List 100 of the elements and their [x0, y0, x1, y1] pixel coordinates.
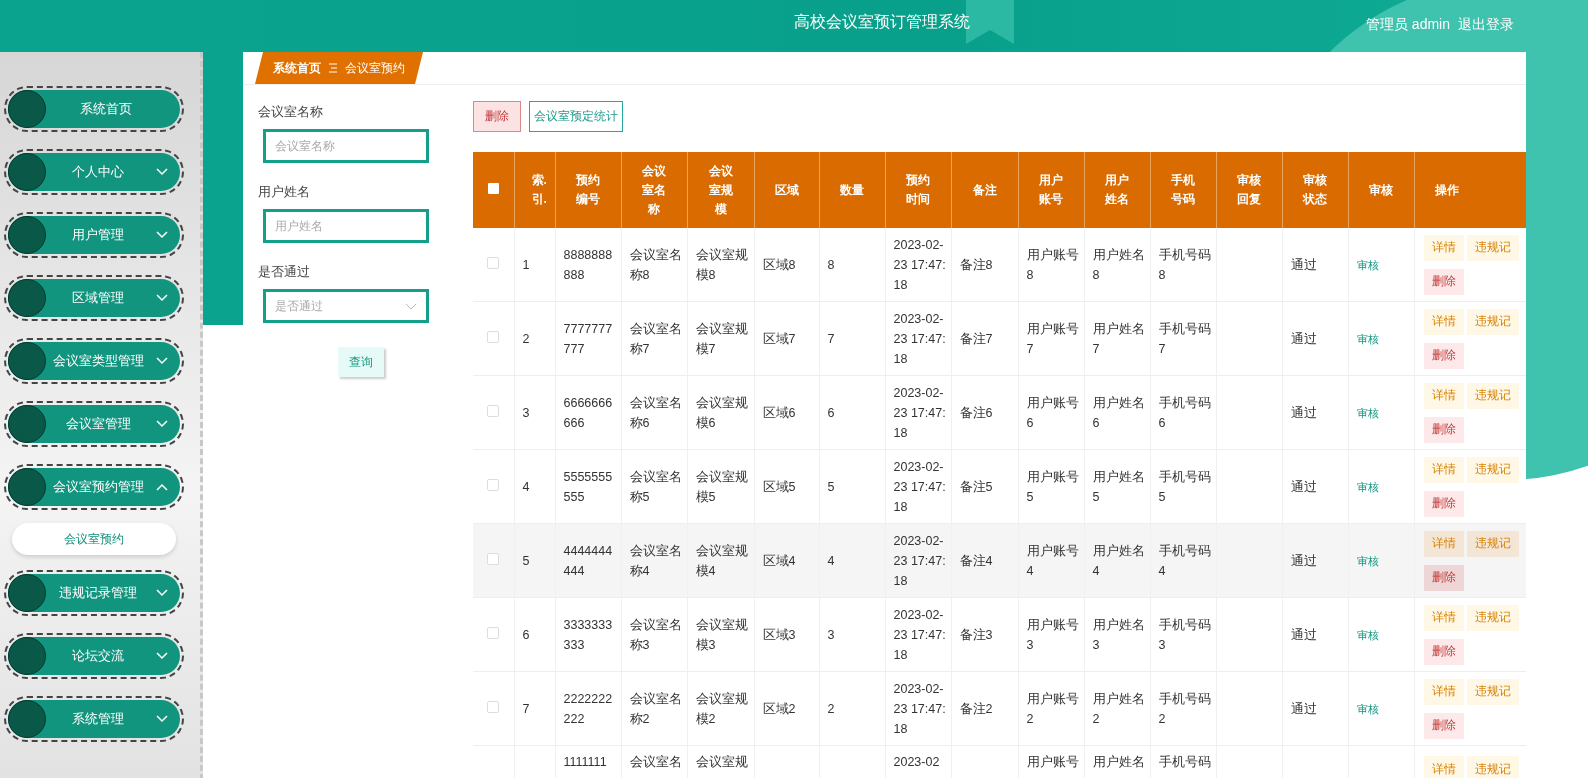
review-link[interactable]: 审核 [1356, 332, 1379, 345]
chevron-down-icon [156, 357, 168, 365]
delete-button[interactable]: 删除 [1423, 268, 1464, 295]
row-checkbox[interactable] [487, 552, 500, 565]
menu-icon [329, 63, 337, 73]
table-cell: 备注5 [959, 479, 993, 494]
violation-button[interactable]: 违规记 [1466, 756, 1519, 778]
table-cell: 会议室规模5 [695, 469, 748, 504]
table-cell: 2023-02-23 17:47:18 [893, 459, 946, 514]
table-cell: 备注4 [959, 553, 993, 568]
table-cell: 手机号码8 [1158, 247, 1211, 282]
table-cell: 通过 [1290, 627, 1317, 642]
review-link[interactable]: 审核 [1356, 628, 1379, 641]
input-field[interactable]: 会议室名称 [263, 129, 429, 163]
column-header: 用户姓名 [1105, 173, 1129, 206]
circle-icon [8, 342, 46, 380]
table-cell: 4 [522, 479, 530, 494]
query-button[interactable]: 查询 [338, 347, 384, 377]
breadcrumb-link[interactable]: 系统首页 [273, 59, 321, 77]
submenu-item[interactable]: 会议室预约 [12, 523, 176, 555]
details-button[interactable]: 详情 [1423, 234, 1464, 261]
table-cell: 2023-02 [893, 755, 940, 769]
table-cell: 手机号码4 [1158, 543, 1211, 578]
row-checkbox[interactable] [487, 256, 500, 269]
column-header: 操作 [1434, 182, 1459, 197]
circle-icon [8, 637, 46, 675]
table-cell: 备注6 [959, 405, 993, 420]
table-cell: 会议室规模3 [695, 617, 748, 652]
table-cell: 1111111 [563, 755, 607, 769]
table-cell: 会议室名称5 [629, 469, 682, 504]
table-cell: 区域7 [762, 331, 796, 346]
review-link[interactable]: 审核 [1356, 554, 1379, 567]
table-cell: 用户账号 [1026, 755, 1079, 769]
input-field[interactable]: 用户姓名 [263, 209, 429, 243]
delete-button[interactable]: 删除 [1423, 416, 1464, 443]
header-checkbox[interactable] [487, 182, 499, 194]
violation-button[interactable]: 违规记 [1466, 678, 1519, 705]
details-button[interactable]: 详情 [1423, 456, 1464, 483]
details-button[interactable]: 详情 [1423, 678, 1464, 705]
table-cell: 区域6 [762, 405, 796, 420]
table-cell: 会议室规模4 [695, 543, 748, 578]
chevron-down-icon [156, 652, 168, 660]
row-checkbox[interactable] [487, 626, 500, 639]
column-header: 会议室规模 [708, 163, 733, 216]
details-button[interactable]: 详情 [1423, 308, 1464, 335]
details-button[interactable]: 详情 [1423, 530, 1464, 557]
statistics-button[interactable]: 会议室预定统计 [529, 101, 623, 132]
violation-button[interactable]: 违规记 [1466, 234, 1519, 261]
table-cell: 备注2 [959, 701, 993, 716]
table-cell: 3 [827, 627, 835, 642]
table-cell: 用户账号6 [1026, 395, 1079, 430]
row-checkbox[interactable] [487, 478, 500, 491]
delete-button[interactable]: 删除 [473, 101, 521, 132]
delete-button[interactable]: 删除 [1423, 712, 1464, 739]
field-label: 会议室名称 [258, 103, 323, 121]
violation-button[interactable]: 违规记 [1466, 382, 1519, 409]
table-cell: 7 [827, 331, 835, 346]
logout-link[interactable]: 退出登录 [1458, 16, 1514, 34]
review-link[interactable]: 审核 [1356, 480, 1379, 493]
column-header: 审核 [1369, 182, 1393, 197]
column-header: 预约时间 [906, 173, 930, 206]
review-link[interactable]: 审核 [1356, 702, 1379, 715]
violation-button[interactable]: 违规记 [1466, 308, 1519, 335]
table-cell: 2222222222 [563, 691, 613, 726]
column-header: 手机号码 [1171, 173, 1195, 206]
table-cell: 4444444444 [563, 543, 613, 578]
review-link[interactable]: 审核 [1356, 258, 1379, 271]
row-checkbox[interactable] [487, 330, 500, 343]
violation-button[interactable]: 违规记 [1466, 456, 1519, 483]
violation-button[interactable]: 违规记 [1466, 604, 1519, 631]
table-cell: 2023-02-23 17:47:18 [893, 311, 946, 366]
row-checkbox[interactable] [487, 404, 500, 417]
details-button[interactable]: 详情 [1423, 604, 1464, 631]
delete-button[interactable]: 删除 [1423, 638, 1464, 665]
delete-button[interactable]: 删除 [1423, 490, 1464, 517]
table-cell: 备注7 [959, 331, 993, 346]
review-link[interactable]: 审核 [1356, 406, 1379, 419]
table-cell: 通过 [1290, 701, 1317, 716]
table-cell: 手机号码 [1158, 755, 1211, 769]
table-cell: 2 [522, 331, 530, 346]
row-checkbox[interactable] [487, 700, 500, 713]
table-cell: 6666666666 [563, 395, 613, 430]
table-cell: 手机号码7 [1158, 321, 1211, 356]
table-cell: 会议室名称7 [629, 321, 682, 356]
table-cell: 5 [522, 553, 530, 568]
select-field[interactable]: 是否通过 [263, 289, 429, 323]
delete-button[interactable]: 删除 [1423, 342, 1464, 369]
table-cell: 用户姓名4 [1092, 543, 1145, 578]
table-cell: 会议室规模8 [695, 247, 748, 282]
chevron-down-icon [156, 589, 168, 597]
delete-button[interactable]: 删除 [1423, 564, 1464, 591]
table-cell: 会议室名 [629, 755, 682, 769]
table-cell: 会议室名称2 [629, 691, 682, 726]
details-button[interactable]: 详情 [1423, 382, 1464, 409]
table-cell: 用户姓名 [1092, 755, 1145, 769]
chevron-down-icon [156, 715, 168, 723]
details-button[interactable]: 详情 [1423, 756, 1464, 778]
field-label: 用户姓名 [258, 183, 310, 201]
table-cell: 3 [522, 405, 530, 420]
violation-button[interactable]: 违规记 [1466, 530, 1519, 557]
